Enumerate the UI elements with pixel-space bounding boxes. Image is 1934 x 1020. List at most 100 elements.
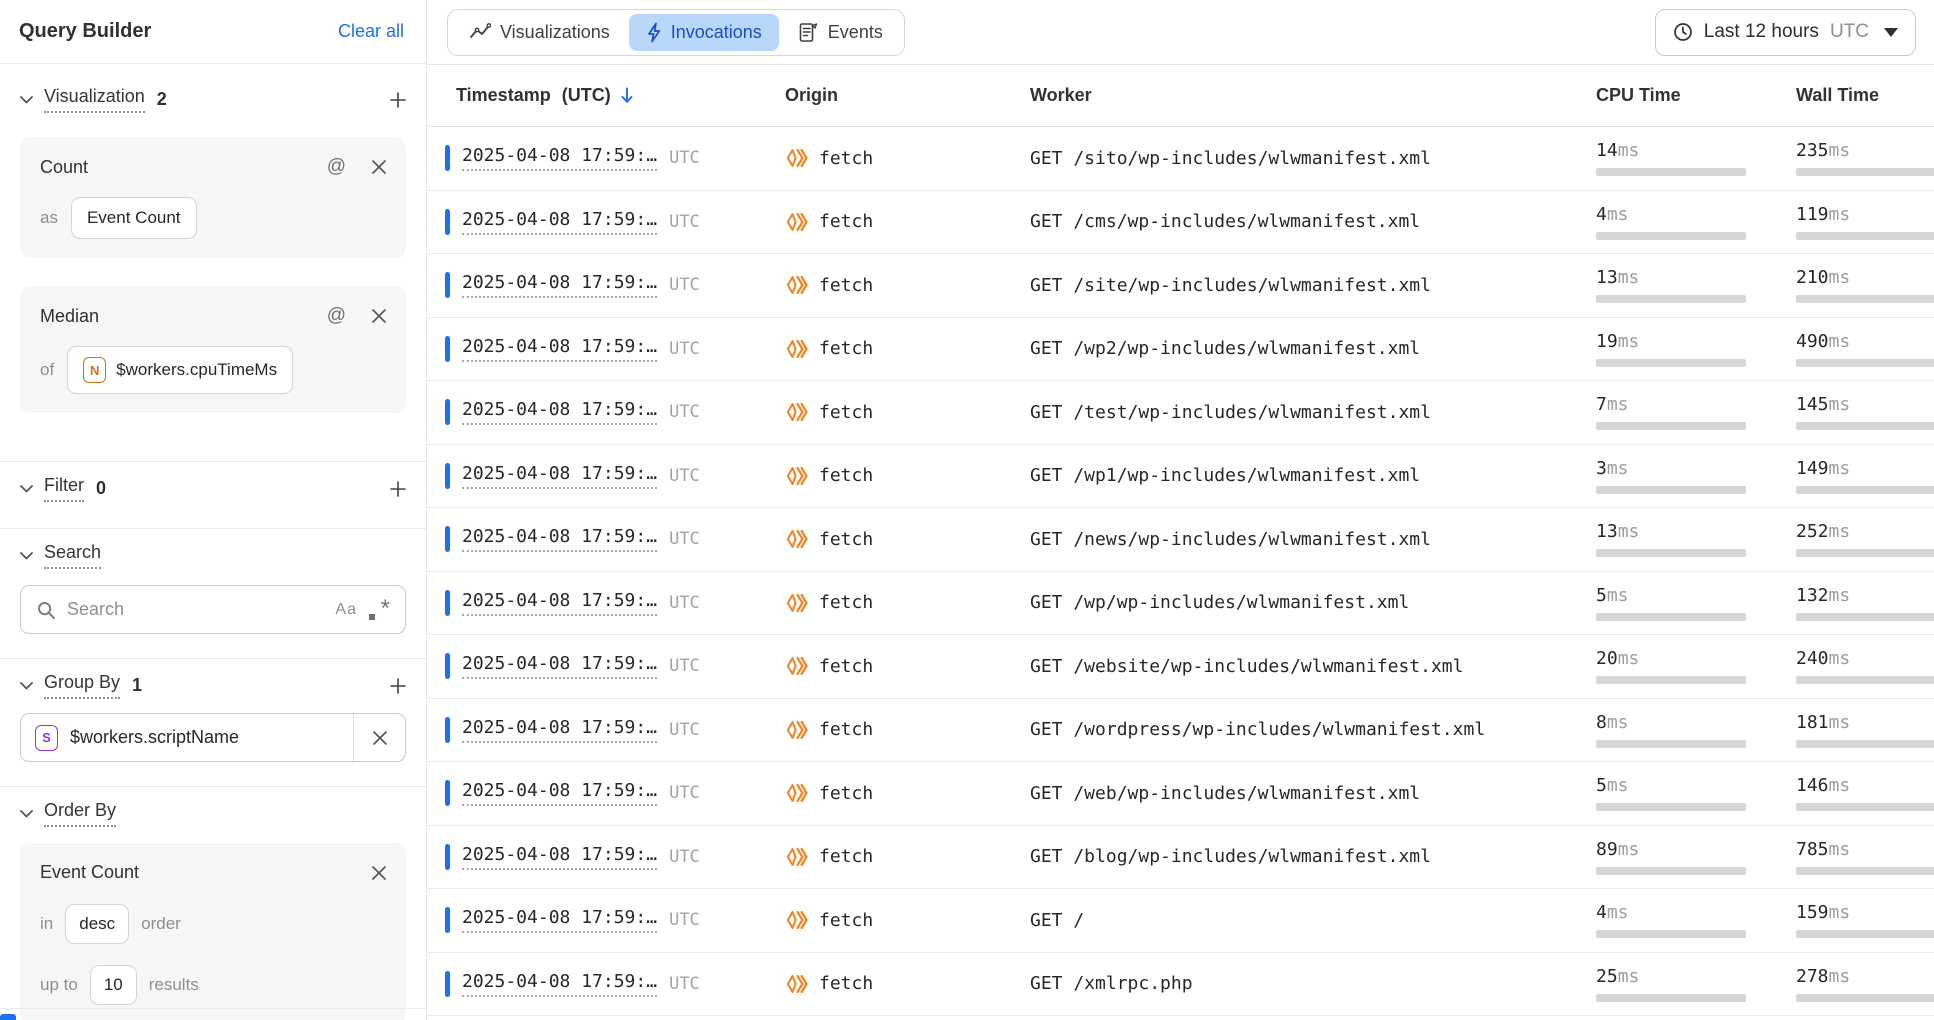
invocation-row[interactable]: 2025-04-08 17:59:… UTC fetch GET /wp/wp-…	[427, 572, 1934, 636]
workers-fetch-icon	[785, 972, 809, 996]
timestamp-timezone: UTC	[669, 593, 700, 613]
remove-count-button[interactable]	[372, 160, 386, 174]
cpu-time-bar	[1596, 422, 1746, 430]
timestamp-value[interactable]: 2025-04-08 17:59:…	[462, 526, 657, 552]
origin-cell: fetch	[785, 146, 1030, 170]
at-mention-icon[interactable]: @	[327, 156, 346, 178]
timestamp-timezone: UTC	[669, 402, 700, 422]
column-header-origin[interactable]: Origin	[785, 85, 1030, 106]
invocation-row[interactable]: 2025-04-08 17:59:… UTC fetch GET /web/wp…	[427, 762, 1934, 826]
chevron-down-icon[interactable]	[20, 682, 33, 690]
invocation-row[interactable]: 2025-04-08 17:59:… UTC fetch GET /xmlrpc…	[427, 953, 1934, 1017]
chevron-down-icon[interactable]	[20, 485, 33, 493]
timestamp-cell: 2025-04-08 17:59:… UTC	[445, 907, 785, 933]
origin-cell: fetch	[785, 400, 1030, 424]
match-case-icon[interactable]: Aa	[335, 601, 357, 619]
cpu-time-value: 4ms	[1596, 902, 1796, 923]
origin-value: fetch	[819, 529, 873, 550]
timestamp-value[interactable]: 2025-04-08 17:59:…	[462, 272, 657, 298]
search-section-label[interactable]: Search	[44, 542, 101, 569]
timestamp-cell: 2025-04-08 17:59:… UTC	[445, 590, 785, 616]
clear-all-link[interactable]: Clear all	[338, 21, 404, 42]
filter-section-label[interactable]: Filter	[44, 475, 84, 502]
wall-time-cell: 181ms	[1796, 712, 1934, 748]
timestamp-value[interactable]: 2025-04-08 17:59:…	[462, 780, 657, 806]
invocation-row[interactable]: 2025-04-08 17:59:… UTC fetch GET /wp2/wp…	[427, 318, 1934, 382]
order-by-section-label[interactable]: Order By	[44, 800, 116, 827]
wall-time-cell: 146ms	[1796, 775, 1934, 811]
column-header-worker[interactable]: Worker	[1030, 85, 1596, 106]
at-mention-icon[interactable]: @	[327, 305, 346, 327]
regex-icon[interactable]: *	[368, 599, 390, 621]
column-header-wall-time[interactable]: Wall Time	[1796, 85, 1934, 106]
cpu-time-cell: 25ms	[1596, 966, 1796, 1002]
worker-request-value: GET /web/wp-includes/wlwmanifest.xml	[1030, 783, 1596, 804]
timestamp-value[interactable]: 2025-04-08 17:59:…	[462, 399, 657, 425]
workers-fetch-icon	[785, 273, 809, 297]
timestamp-value[interactable]: 2025-04-08 17:59:…	[462, 209, 657, 235]
time-range-selector[interactable]: Last 12 hours UTC	[1655, 9, 1916, 56]
invocation-row[interactable]: 2025-04-08 17:59:… UTC fetch GET /cms/wp…	[427, 191, 1934, 255]
timestamp-value[interactable]: 2025-04-08 17:59:…	[462, 145, 657, 171]
wall-time-bar	[1796, 232, 1934, 240]
cpu-time-cell: 4ms	[1596, 902, 1796, 938]
remove-group-by-button[interactable]	[353, 714, 405, 761]
chevron-down-icon[interactable]	[20, 552, 33, 560]
invocation-row[interactable]: 2025-04-08 17:59:… UTC fetch GET /news/w…	[427, 508, 1934, 572]
remove-median-button[interactable]	[372, 309, 386, 323]
add-group-by-button[interactable]	[390, 678, 406, 694]
cpu-time-value: 20ms	[1596, 648, 1796, 669]
wall-time-bar	[1796, 168, 1934, 176]
wall-time-value: 210ms	[1796, 267, 1934, 288]
visualization-section-label[interactable]: Visualization	[44, 86, 145, 113]
timestamp-cell: 2025-04-08 17:59:… UTC	[445, 844, 785, 870]
chevron-down-icon[interactable]	[20, 810, 33, 818]
tab-invocations[interactable]: Invocations	[629, 14, 779, 51]
timestamp-cell: 2025-04-08 17:59:… UTC	[445, 399, 785, 425]
tab-events[interactable]: Events	[781, 14, 900, 51]
cpu-time-value: 5ms	[1596, 585, 1796, 606]
median-field-button[interactable]: N $workers.cpuTimeMs	[67, 346, 293, 394]
column-header-cpu-time[interactable]: CPU Time	[1596, 85, 1796, 106]
invocation-row[interactable]: 2025-04-08 17:59:… UTC fetch GET /test/w…	[427, 381, 1934, 445]
invocation-row[interactable]: 2025-04-08 17:59:… UTC fetch GET / 4ms 1…	[427, 889, 1934, 953]
timestamp-value[interactable]: 2025-04-08 17:59:…	[462, 971, 657, 997]
add-visualization-button[interactable]	[390, 92, 406, 108]
timestamp-header-label: Timestamp	[456, 85, 551, 106]
worker-request-value: GET /cms/wp-includes/wlwmanifest.xml	[1030, 211, 1596, 232]
tab-label: Invocations	[671, 22, 762, 43]
origin-cell: fetch	[785, 972, 1030, 996]
workers-fetch-icon	[785, 908, 809, 932]
result-limit-input[interactable]: 10	[90, 965, 137, 1005]
timestamp-value[interactable]: 2025-04-08 17:59:…	[462, 653, 657, 679]
group-by-value[interactable]: S $workers.scriptName	[20, 713, 406, 762]
remove-order-by-button[interactable]	[372, 866, 386, 880]
bolt-icon	[646, 22, 662, 43]
count-card-title: Count	[40, 157, 88, 178]
timestamp-value[interactable]: 2025-04-08 17:59:…	[462, 907, 657, 933]
invocation-row[interactable]: 2025-04-08 17:59:… UTC fetch GET /site/w…	[427, 254, 1934, 318]
timestamp-timezone: UTC	[669, 783, 700, 803]
timestamp-value[interactable]: 2025-04-08 17:59:…	[462, 590, 657, 616]
timestamp-value[interactable]: 2025-04-08 17:59:…	[462, 844, 657, 870]
add-filter-button[interactable]	[390, 481, 406, 497]
invocation-row[interactable]: 2025-04-08 17:59:… UTC fetch GET /wordpr…	[427, 699, 1934, 763]
invocation-row[interactable]: 2025-04-08 17:59:… UTC fetch GET /wp1/wp…	[427, 445, 1934, 509]
tab-visualizations[interactable]: Visualizations	[452, 14, 627, 51]
wall-time-value: 159ms	[1796, 902, 1934, 923]
timestamp-value[interactable]: 2025-04-08 17:59:…	[462, 463, 657, 489]
timestamp-value[interactable]: 2025-04-08 17:59:…	[462, 717, 657, 743]
visualization-count: 2	[157, 89, 167, 110]
timestamp-value[interactable]: 2025-04-08 17:59:…	[462, 336, 657, 362]
workers-fetch-icon	[785, 781, 809, 805]
order-direction-select[interactable]: desc	[65, 904, 129, 944]
invocation-row[interactable]: 2025-04-08 17:59:… UTC fetch GET /websit…	[427, 635, 1934, 699]
chevron-down-icon[interactable]	[20, 96, 33, 104]
group-by-section-label[interactable]: Group By	[44, 672, 120, 699]
invocation-row[interactable]: 2025-04-08 17:59:… UTC fetch GET /blog/w…	[427, 826, 1934, 890]
search-input[interactable]	[67, 599, 324, 620]
cpu-time-bar	[1596, 994, 1746, 1002]
invocation-row[interactable]: 2025-04-08 17:59:… UTC fetch GET /sito/w…	[427, 127, 1934, 191]
column-header-timestamp[interactable]: Timestamp (UTC)	[445, 85, 785, 106]
count-alias-button[interactable]: Event Count	[71, 197, 197, 239]
